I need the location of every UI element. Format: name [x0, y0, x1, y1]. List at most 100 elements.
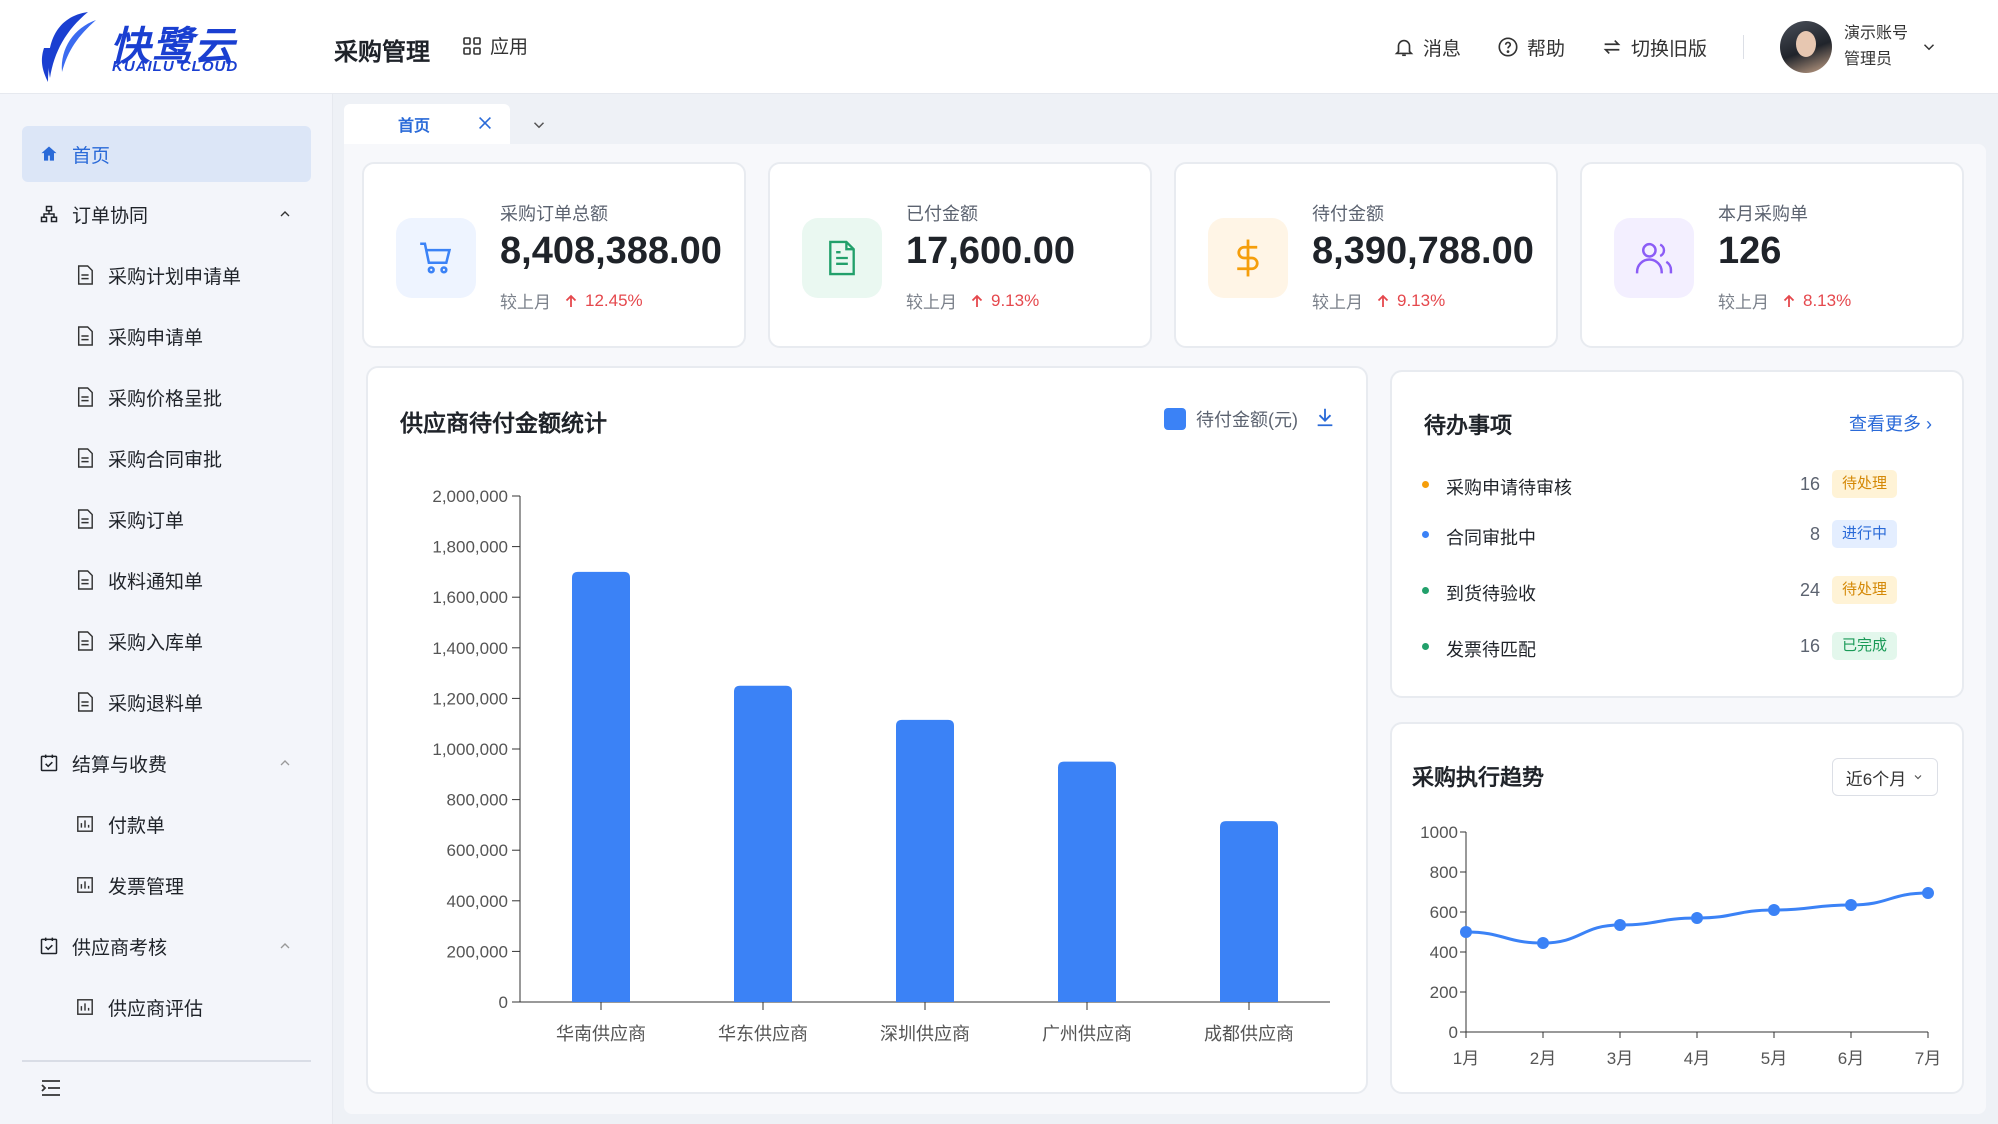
status-dot — [1422, 531, 1429, 538]
user-role: 管理员 — [1843, 51, 1892, 68]
sidebar-item-purchase-plan-request[interactable]: 采购计划申请单 — [22, 247, 311, 303]
stat-value: 126 — [1718, 230, 1782, 272]
range-select[interactable]: 近6个月 — [1832, 758, 1938, 796]
todo-item[interactable]: 发票待匹配 16 已完成 — [1422, 632, 1922, 662]
document-icon — [74, 386, 96, 408]
bar-chart-icon — [74, 874, 96, 896]
main-content: 采购订单总额 8,408,388.00 较上月 12.45% 已付金额 17,60… — [344, 144, 1986, 1114]
stat-card-unpaid[interactable]: 待付金额 8,390,788.00 较上月 9.13% — [1174, 162, 1558, 348]
sidebar-item-purchase-request[interactable]: 采购申请单 — [22, 308, 311, 364]
sidebar-item-price-approval[interactable]: 采购价格呈批 — [22, 369, 311, 425]
sidebar-item-label: 首页 — [72, 145, 111, 167]
sidebar-item-payment[interactable]: 付款单 — [22, 796, 311, 852]
sidebar-item-label: 供应商考核 — [72, 937, 168, 959]
sidebar-item-contract-approval[interactable]: 采购合同审批 — [22, 430, 311, 486]
sidebar-item-supplier-evaluation[interactable]: 供应商评估 — [22, 979, 311, 1035]
x-tick-label: 1月 — [1453, 1049, 1479, 1068]
data-point — [1768, 904, 1780, 916]
y-tick-label: 400 — [1430, 943, 1458, 962]
brand-logo[interactable]: 快鹭云 KUAILU CLOUD — [38, 8, 248, 88]
todo-count: 16 — [1799, 474, 1820, 494]
bell-icon — [1394, 39, 1414, 57]
user-name: 演示账号 — [1843, 25, 1908, 42]
x-tick-label: 2月 — [1530, 1049, 1556, 1068]
sidebar-item-purchase-inbound[interactable]: 采购入库单 — [22, 613, 311, 669]
sidebar-item-label: 采购退料单 — [108, 693, 204, 715]
calendar-check-icon — [38, 752, 60, 774]
status-badge: 待处理 — [1832, 470, 1898, 498]
stat-compare-label: 较上月 — [906, 293, 957, 312]
user-info: 演示账号 管理员 — [1844, 21, 1908, 73]
bar — [734, 685, 792, 1002]
y-tick-label: 2,000,000 — [432, 487, 508, 506]
sidebar-item-label: 订单协同 — [72, 205, 149, 227]
file-icon — [802, 218, 882, 298]
stat-card-paid[interactable]: 已付金额 17,600.00 较上月 9.13% — [768, 162, 1152, 348]
y-tick-label: 800,000 — [447, 791, 508, 810]
stat-change-value: 12.45% — [585, 290, 643, 310]
todo-item[interactable]: 到货待验收 24 待处理 — [1422, 576, 1922, 606]
collapse-sidebar-button[interactable] — [40, 1078, 62, 1103]
download-icon[interactable] — [1314, 406, 1336, 428]
status-dot — [1422, 587, 1429, 594]
stat-compare: 较上月 9.13% — [1312, 288, 1445, 313]
help-button[interactable]: 帮助 — [1497, 34, 1565, 61]
todo-item[interactable]: 合同审批中 8 进行中 — [1422, 520, 1922, 550]
apps-menu-button[interactable]: 应用 — [462, 32, 528, 59]
bar-chart-icon — [74, 996, 96, 1018]
stat-compare-label: 较上月 — [1312, 293, 1363, 312]
sidebar-item-receipt-notice[interactable]: 收料通知单 — [22, 552, 311, 608]
top-bar: 快鹭云 KUAILU CLOUD 采购管理 应用 消息 帮助 切换旧版 演示账号… — [0, 0, 1998, 94]
chart-legend[interactable]: 待付金额(元) — [1164, 406, 1298, 432]
dollar-icon — [1208, 218, 1288, 298]
sidebar-item-label: 采购申请单 — [108, 327, 204, 349]
y-tick-label: 0 — [1449, 1023, 1458, 1042]
sidebar-group-settlement[interactable]: 结算与收费 — [22, 735, 311, 791]
sidebar-group-order-collab[interactable]: 订单协同 — [22, 186, 311, 242]
status-badge: 已完成 — [1832, 632, 1898, 660]
todo-title: 待办事项 — [1424, 413, 1513, 438]
bar — [1220, 821, 1278, 1002]
user-menu[interactable]: 演示账号 管理员 — [1779, 21, 1938, 73]
x-tick-label: 深圳供应商 — [880, 1024, 970, 1044]
menu-fold-icon — [41, 1080, 60, 1096]
sidebar-item-label: 供应商评估 — [108, 998, 204, 1020]
todo-item[interactable]: 采购申请待审核 16 待处理 — [1422, 470, 1922, 500]
stat-compare: 较上月 9.13% — [906, 288, 1039, 313]
apps-label: 应用 — [490, 37, 529, 58]
sidebar-group-supplier-review[interactable]: 供应商考核 — [22, 918, 311, 974]
sidebar-item-purchase-order[interactable]: 采购订单 — [22, 491, 311, 547]
switch-old-version-button[interactable]: 切换旧版 — [1601, 34, 1707, 61]
document-icon — [74, 508, 96, 530]
sidebar-item-label: 采购计划申请单 — [108, 266, 242, 288]
todo-count: 24 — [1799, 580, 1820, 600]
close-icon[interactable] — [476, 114, 494, 132]
chevron-down-icon[interactable] — [530, 116, 548, 134]
sidebar-item-label: 采购订单 — [108, 510, 185, 532]
y-tick-label: 0 — [499, 993, 508, 1012]
document-icon — [74, 569, 96, 591]
apps-grid-icon — [463, 36, 481, 55]
stat-compare-label: 较上月 — [500, 293, 551, 312]
status-badge: 待处理 — [1832, 576, 1898, 604]
bar — [572, 571, 630, 1002]
sidebar-item-invoice[interactable]: 发票管理 — [22, 857, 311, 913]
messages-button[interactable]: 消息 — [1393, 34, 1461, 61]
stat-value: 17,600.00 — [906, 230, 1076, 272]
stat-compare: 较上月 8.13% — [1718, 288, 1851, 313]
sidebar-item-home[interactable]: 首页 — [22, 126, 311, 182]
stat-card-order-total[interactable]: 采购订单总额 8,408,388.00 较上月 12.45% — [362, 162, 746, 348]
sidebar-item-purchase-return[interactable]: 采购退料单 — [22, 674, 311, 730]
supplier-unpaid-chart-card: 供应商待付金额统计 待付金额(元) 0 200,000 400,000 600,000… — [366, 366, 1368, 1094]
stat-card-monthly-orders[interactable]: 本月采购单 126 较上月 8.13% — [1580, 162, 1964, 348]
bar — [1058, 761, 1116, 1002]
messages-label: 消息 — [1422, 38, 1461, 60]
y-tick-label: 600 — [1430, 903, 1458, 922]
view-more-link[interactable]: 查看更多 › — [1849, 410, 1932, 436]
tab-home[interactable]: 首页 — [344, 104, 510, 144]
chevron-up-icon — [280, 943, 290, 949]
chevron-down-icon — [1914, 775, 1922, 780]
y-tick-label: 200 — [1430, 983, 1458, 1002]
x-tick-label: 4月 — [1684, 1049, 1710, 1068]
page-tabs: 首页 — [344, 104, 1986, 144]
